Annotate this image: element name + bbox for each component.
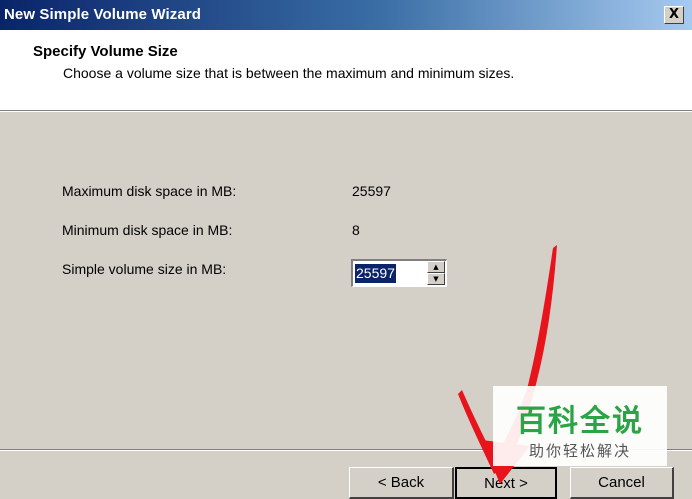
watermark-subtitle: 助你轻松解决 <box>528 442 631 460</box>
watermark-logo: 百科全说 助你轻松解决 <box>493 386 667 466</box>
watermark-title: 百科全说 <box>516 404 644 439</box>
